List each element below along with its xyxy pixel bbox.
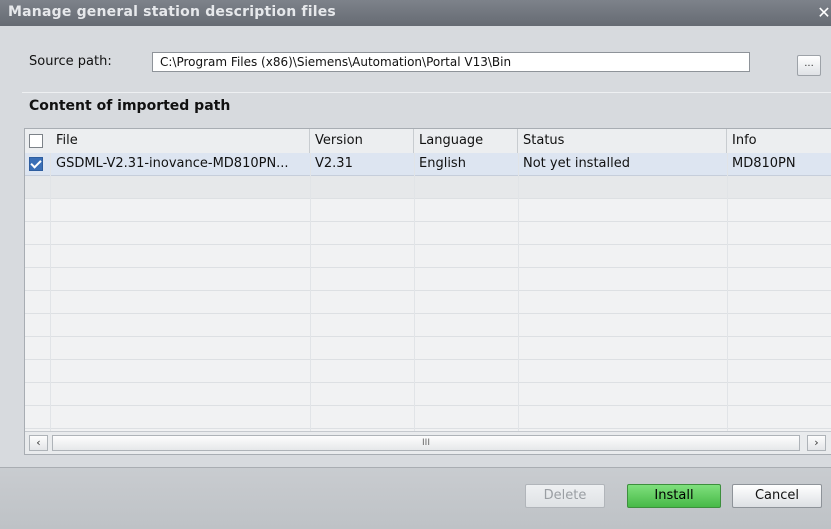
empty-row: [25, 337, 831, 360]
scroll-left-icon[interactable]: ‹: [29, 435, 48, 451]
title-bar: Manage general station description files…: [0, 0, 831, 26]
select-all-checkbox[interactable]: [29, 134, 43, 148]
row-checkbox[interactable]: [29, 157, 43, 171]
column-divider: [518, 153, 519, 454]
gsd-file-table: File Version Language Status Info GSDML-…: [24, 128, 831, 455]
column-header-info[interactable]: Info: [727, 129, 831, 153]
column-divider: [727, 153, 728, 454]
horizontal-scrollbar[interactable]: ‹ III ›: [25, 431, 831, 454]
empty-row: [25, 176, 831, 199]
cell-version: V2.31: [315, 156, 353, 171]
manage-gsd-dialog: Manage general station description files…: [0, 0, 831, 529]
cancel-button[interactable]: Cancel: [732, 484, 822, 508]
section-divider: [22, 92, 831, 93]
cell-language: English: [419, 156, 466, 171]
source-path-label: Source path:: [29, 54, 112, 69]
scroll-right-icon[interactable]: ›: [807, 435, 826, 451]
cell-file: GSDML-V2.31-inovance-MD810PN...: [56, 156, 289, 171]
cell-info: MD810PN: [732, 156, 796, 171]
close-icon[interactable]: ✕: [817, 0, 831, 26]
checkmark-icon: [30, 157, 42, 169]
column-divider: [50, 153, 51, 454]
section-title: Content of imported path: [29, 98, 231, 114]
empty-row: [25, 222, 831, 245]
empty-row: [25, 268, 831, 291]
column-divider: [310, 153, 311, 454]
empty-row: [25, 383, 831, 406]
empty-row: [25, 360, 831, 383]
empty-row: [25, 199, 831, 222]
scrollbar-thumb[interactable]: III: [52, 435, 800, 451]
column-header-status[interactable]: Status: [518, 129, 727, 153]
browse-button[interactable]: ...: [797, 55, 821, 76]
cell-status: Not yet installed: [523, 156, 630, 171]
column-header-language[interactable]: Language: [414, 129, 518, 153]
source-path-input[interactable]: [152, 52, 750, 72]
column-header-version[interactable]: Version: [310, 129, 414, 153]
install-button[interactable]: Install: [627, 484, 721, 508]
empty-row: [25, 406, 831, 429]
dialog-title: Manage general station description files: [8, 4, 336, 20]
empty-row: [25, 291, 831, 314]
empty-row: [25, 314, 831, 337]
table-header: File Version Language Status Info: [25, 129, 831, 154]
empty-row: [25, 245, 831, 268]
delete-button[interactable]: Delete: [525, 484, 605, 508]
column-header-file[interactable]: File: [51, 129, 310, 153]
table-row[interactable]: GSDML-V2.31-inovance-MD810PN... V2.31 En…: [25, 153, 831, 176]
column-divider: [414, 153, 415, 454]
